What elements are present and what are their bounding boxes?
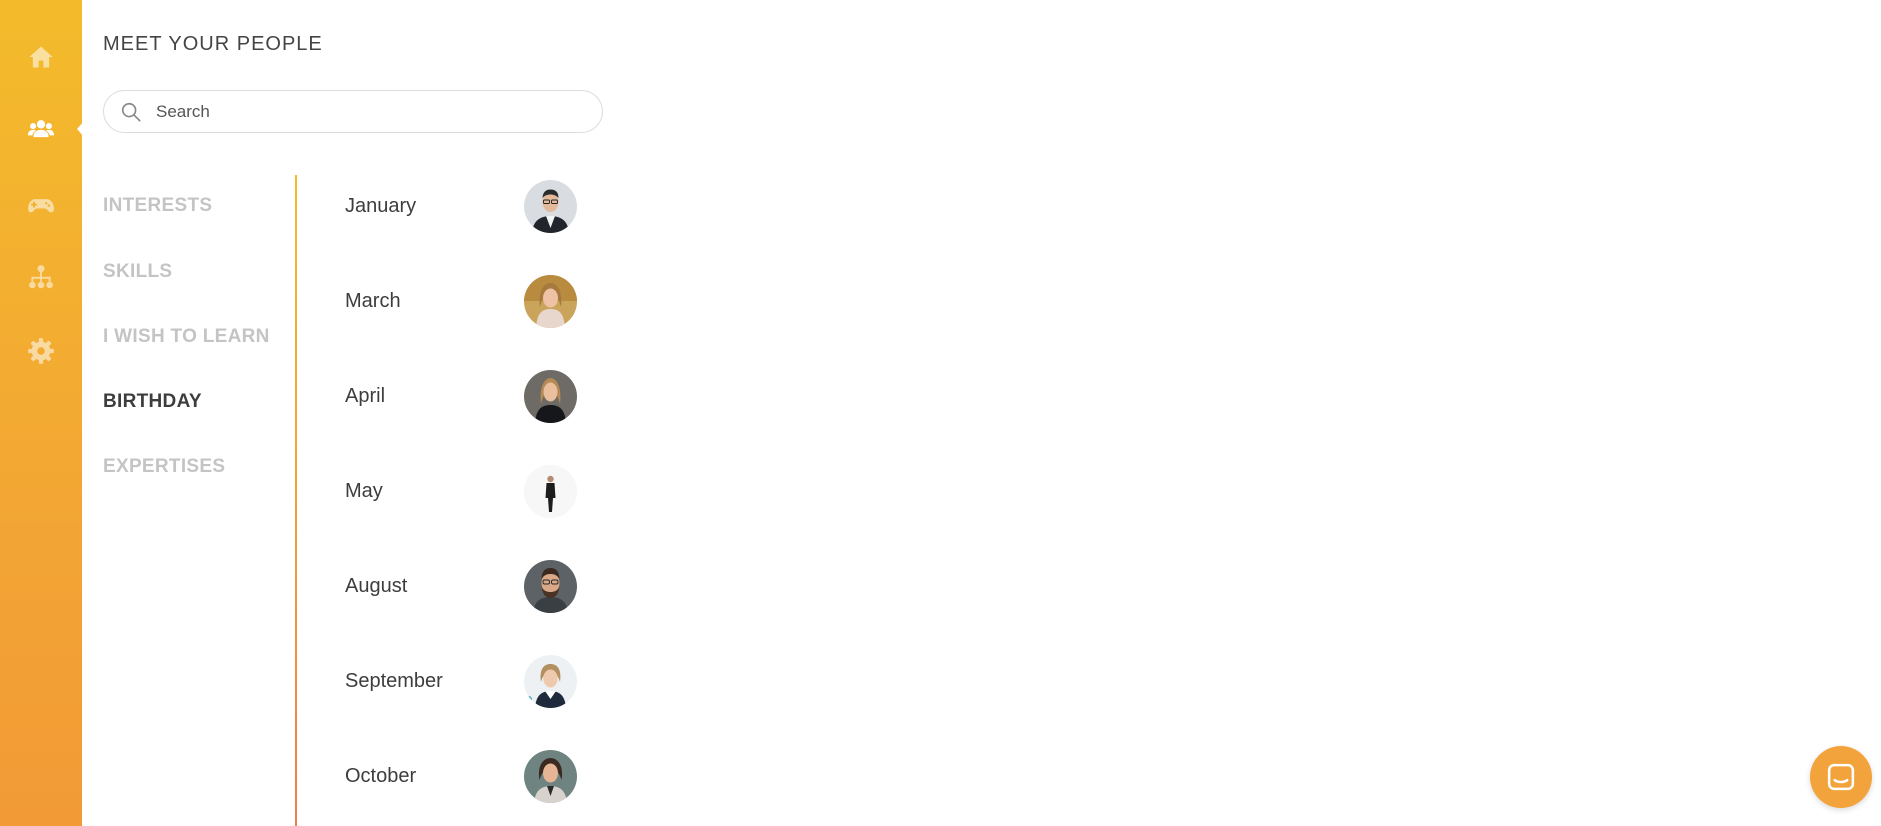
list-item: August [345, 558, 577, 614]
chat-icon [1827, 763, 1855, 791]
nav-settings[interactable] [0, 326, 82, 376]
month-label: March [345, 289, 401, 312]
gamepad-icon [28, 199, 54, 213]
avatar[interactable] [524, 749, 577, 803]
nav-organization[interactable] [0, 253, 82, 303]
list-item: January [345, 178, 577, 234]
avatar[interactable] [524, 464, 577, 518]
list-item: March [345, 273, 577, 329]
month-label: May [345, 479, 383, 502]
org-chart-icon [29, 265, 53, 289]
list-item: May [345, 463, 577, 519]
category-interests[interactable]: INTERESTS [103, 195, 212, 217]
avatar[interactable] [524, 179, 577, 233]
active-nav-pointer [77, 121, 84, 137]
home-icon [29, 46, 53, 68]
month-label: September [345, 669, 443, 692]
avatar[interactable] [524, 654, 577, 708]
month-label: January [345, 194, 417, 217]
list-item: October [345, 748, 577, 804]
sidebar [0, 0, 84, 826]
category-i-wish-to-learn[interactable]: I WISH TO LEARN [103, 326, 270, 348]
month-label: August [345, 574, 408, 597]
people-icon [27, 120, 55, 138]
gear-icon [28, 338, 54, 364]
avatar[interactable] [524, 369, 577, 423]
avatar[interactable] [524, 274, 577, 328]
month-label: October [345, 764, 417, 787]
search-box[interactable] [103, 90, 603, 133]
search-input[interactable] [156, 101, 576, 122]
search-icon [121, 102, 141, 122]
nav-people[interactable] [0, 104, 82, 154]
category-expertises[interactable]: EXPERTISES [103, 456, 225, 478]
category-birthday[interactable]: BIRTHDAY [103, 391, 202, 413]
list-item: September [345, 653, 577, 709]
nav-home[interactable] [0, 32, 82, 82]
avatar[interactable] [524, 559, 577, 613]
category-skills[interactable]: SKILLS [103, 261, 172, 283]
chat-launcher-button[interactable] [1810, 746, 1872, 808]
nav-games[interactable] [0, 180, 82, 230]
page-title: MEET YOUR PEOPLE [103, 33, 323, 55]
section-divider [295, 175, 297, 826]
month-label: April [345, 384, 386, 407]
list-item: April [345, 368, 577, 424]
